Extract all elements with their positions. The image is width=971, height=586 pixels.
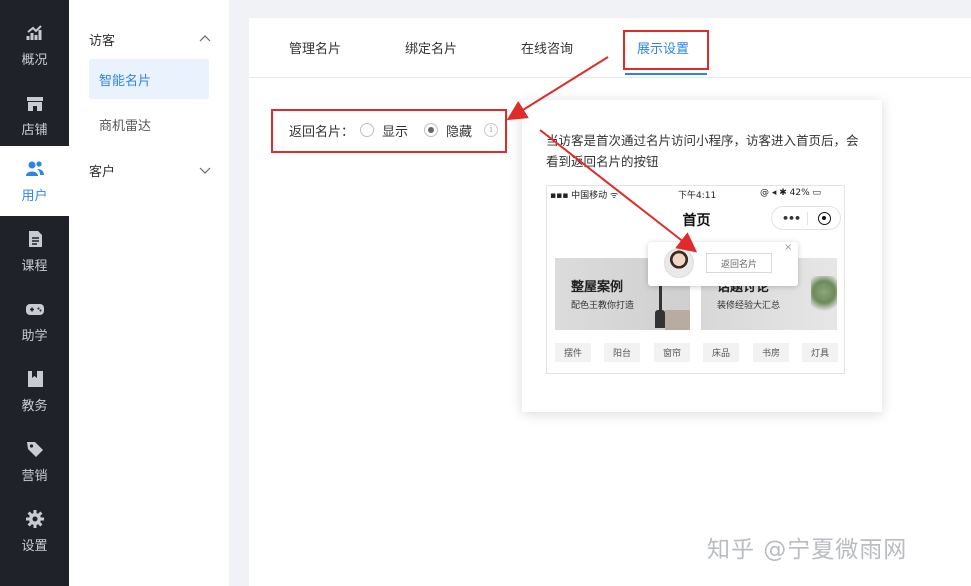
status-time: 下午4:11: [678, 191, 717, 201]
rail-item-label: 用户: [21, 188, 48, 204]
rail-item-settings[interactable]: 设置: [0, 496, 69, 566]
more-icon: •••: [782, 212, 801, 225]
close-icon: ×: [784, 242, 793, 253]
rail-item-academic[interactable]: 教务: [0, 356, 69, 426]
tag-item: 书房: [753, 343, 789, 362]
group-customers-label: 客户: [89, 164, 116, 180]
tag-icon: [25, 439, 45, 459]
status-right: @ ◂ ✱ 42% ▭: [760, 188, 822, 198]
rail-item-study[interactable]: 助学: [0, 286, 69, 356]
highlight-box-setting: [271, 109, 507, 153]
miniapp-capsule: •••: [771, 206, 841, 230]
rail-item-courses[interactable]: 课程: [0, 216, 69, 286]
tab-online-consult[interactable]: 在线咨询: [521, 38, 573, 57]
chevron-down-icon: [199, 167, 211, 174]
gear-icon: [25, 509, 45, 529]
tab-bind-cards[interactable]: 绑定名片: [405, 38, 457, 57]
gamepad-icon: [25, 299, 45, 319]
rail-item-label: 概况: [21, 52, 48, 68]
lamp-base-graphic: [655, 310, 665, 328]
rail-item-label: 课程: [21, 258, 48, 274]
group-customers[interactable]: 客户: [89, 158, 211, 182]
tab-manage-cards[interactable]: 管理名片: [289, 38, 341, 57]
subnav-item-label: 商机雷达: [99, 118, 152, 134]
active-tab-indicator: [625, 73, 707, 75]
rail-item-marketing[interactable]: 营销: [0, 426, 69, 496]
bookmark-icon: [25, 369, 45, 389]
watermark: 知乎 @宁夏微雨网: [707, 537, 908, 563]
main-rail: 概况 店铺 用户 课程 助学 教务 营销 设置: [0, 0, 69, 586]
subnav-item-smart-card[interactable]: 智能名片: [89, 59, 209, 99]
carrier-text: ▪▪▪ 中国移动 ᯤ: [550, 191, 619, 201]
banner-a-subtitle: 配色王教你打造: [571, 301, 635, 311]
sofa-graphic: [665, 310, 690, 330]
rail-item-label: 店铺: [21, 122, 48, 138]
rail-item-label: 教务: [21, 398, 48, 414]
banner-a-title: 整屋案例: [571, 280, 624, 295]
tab-bar: 管理名片 绑定名片 在线咨询 展示设置: [249, 18, 971, 78]
return-card-float: 返回名片 ×: [648, 242, 798, 286]
tag-item: 阳台: [604, 343, 640, 362]
sub-navigation: 访客 智能名片 商机雷达 客户: [69, 0, 229, 586]
document-icon: [25, 229, 45, 249]
preview-popover: 当访客是首次通过名片访问小程序，访客进入首页后，会看到返回名片的按钮 ▪▪▪ 中…: [522, 100, 882, 412]
banner-b-subtitle: 装修经验大汇总: [717, 301, 781, 311]
close-target-icon: [818, 212, 831, 225]
group-visitors[interactable]: 访客: [89, 27, 211, 51]
plant-graphic: [811, 276, 837, 316]
rail-item-label: 助学: [21, 328, 48, 344]
store-icon: [25, 93, 45, 113]
rail-item-label: 设置: [21, 538, 48, 554]
chart-icon: [25, 23, 45, 43]
rail-item-label: 营销: [21, 468, 48, 484]
highlight-box-tab: [623, 30, 709, 70]
tag-item: 床品: [703, 343, 739, 362]
return-card-button: 返回名片: [706, 253, 772, 273]
category-tags: 摆件 阳台 窗帘 床品 书房 灯具: [555, 343, 840, 363]
rail-item-users[interactable]: 用户: [0, 146, 69, 216]
phone-status-bar: ▪▪▪ 中国移动 ᯤ 下午4:11 @ ◂ ✱ 42% ▭: [547, 186, 844, 202]
rail-item-store[interactable]: 店铺: [0, 80, 69, 150]
popover-description: 当访客是首次通过名片访问小程序，访客进入首页后，会看到返回名片的按钮: [546, 133, 859, 169]
avatar: [664, 248, 694, 278]
subnav-item-opportunity-radar[interactable]: 商机雷达: [89, 104, 209, 144]
capsule-divider: [807, 212, 808, 225]
main-panel: 管理名片 绑定名片 在线咨询 展示设置 返回名片： 显示 隐藏 i 当访客是首次…: [249, 18, 971, 586]
subnav-item-label: 智能名片: [99, 73, 152, 89]
users-icon: [25, 159, 45, 179]
tag-item: 窗帘: [654, 343, 690, 362]
tag-item: 灯具: [802, 343, 838, 362]
phone-preview: ▪▪▪ 中国移动 ᯤ 下午4:11 @ ◂ ✱ 42% ▭ 首页 ••• 整屋案…: [546, 185, 845, 374]
group-visitors-label: 访客: [89, 33, 116, 49]
tag-item: 摆件: [555, 343, 591, 362]
chevron-up-icon: [199, 35, 211, 42]
rail-item-overview[interactable]: 概况: [0, 10, 69, 80]
